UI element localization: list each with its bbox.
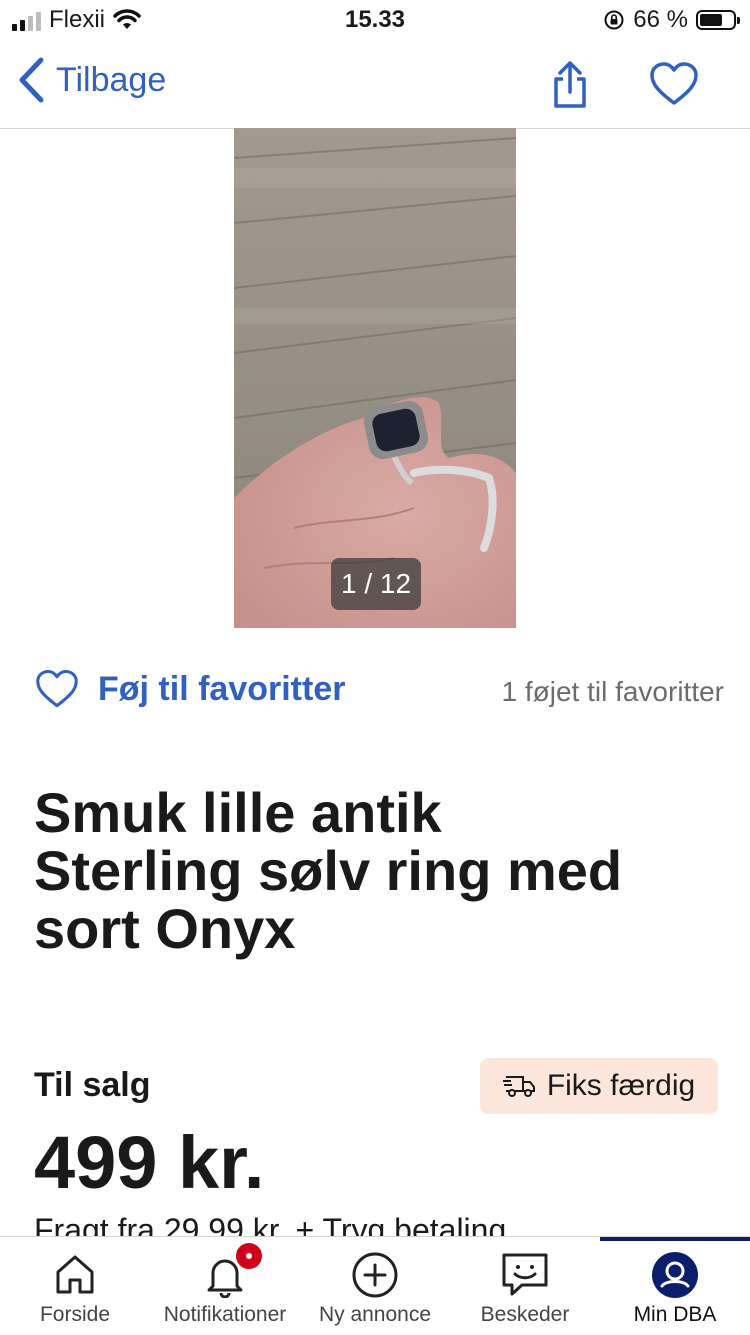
delivery-badge-label: Fiks færdig [546, 1069, 696, 1102]
tab-label: Notifikationer [163, 1303, 287, 1326]
photo-counter: 1 / 12 [331, 558, 421, 610]
title-line: Sterling sølv ring med [34, 839, 623, 902]
share-icon [554, 61, 586, 108]
active-tab-indicator [600, 1237, 750, 1241]
title-line: sort Onyx [34, 897, 296, 960]
status-bar: Flexii 15.33 66 % [0, 0, 750, 44]
tab-forside[interactable]: Forside [0, 1247, 150, 1333]
add-to-favorites-button[interactable]: Føj til favoritter [34, 668, 345, 710]
tab-label: Beskeder [480, 1303, 570, 1326]
heart-icon [650, 62, 698, 105]
listing-photo[interactable]: 1 / 12 [234, 128, 516, 628]
status-right: 66 % [603, 6, 740, 34]
chat-icon [502, 1253, 548, 1296]
tab-ny-annonce[interactable]: Ny annonce [300, 1247, 450, 1333]
listing-title: Smuk lille antik Sterling sølv ring med … [34, 784, 724, 958]
tab-label: Ny annonce [318, 1303, 432, 1326]
listing-price: 499 kr. [34, 1121, 265, 1204]
tab-label: Forside [39, 1303, 111, 1326]
favorites-count: 1 føjet til favoritter [501, 676, 724, 707]
tab-beskeder[interactable]: Beskeder [450, 1247, 600, 1333]
heart-icon [36, 669, 78, 708]
favorites-row: Føj til favoritter 1 føjet til favoritte… [34, 668, 724, 720]
battery-percent: 66 % [633, 6, 688, 33]
title-line: Smuk lille antik [34, 781, 442, 844]
favorite-button[interactable] [648, 60, 700, 113]
add-to-favorites-label: Føj til favoritter [98, 669, 346, 708]
tab-notifikationer[interactable]: Notifikationer [150, 1241, 300, 1333]
notification-badge [234, 1241, 264, 1271]
back-label: Tilbage [56, 60, 167, 99]
sale-label: Til salg [34, 1066, 151, 1104]
share-button[interactable] [548, 60, 592, 115]
delivery-truck-icon [502, 1076, 535, 1097]
tab-label: Min DBA [633, 1303, 717, 1326]
ring-photo [234, 128, 516, 628]
chevron-left-icon [19, 57, 44, 103]
delivery-badge: Fiks færdig [480, 1058, 718, 1114]
home-icon [56, 1255, 94, 1294]
battery-icon [696, 10, 740, 30]
rotation-lock-icon [604, 10, 624, 30]
plus-circle-icon [352, 1252, 398, 1298]
navigation-bar: Tilbage [0, 44, 750, 129]
profile-icon [652, 1252, 698, 1298]
tab-bar: Forside Notifikationer Ny annonce Besked… [0, 1236, 750, 1335]
tab-min-dba[interactable]: Min DBA [600, 1247, 750, 1333]
back-button[interactable]: Tilbage [16, 56, 166, 104]
